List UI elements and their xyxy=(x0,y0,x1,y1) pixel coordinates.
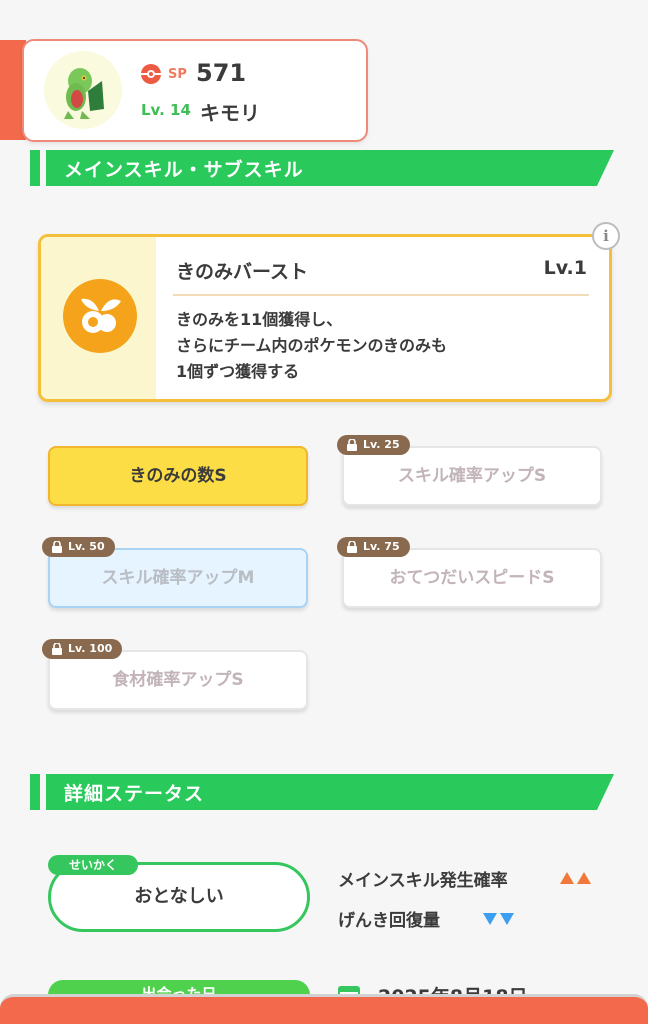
lock-icon xyxy=(52,643,62,655)
description-line: さらにチーム内のポケモンのきのみも xyxy=(176,336,448,355)
sub-skill-button-3[interactable]: スキル確率アップM xyxy=(48,548,308,608)
main-skill-level: Lv.1 xyxy=(543,257,587,279)
lock-icon xyxy=(347,439,357,451)
lock-badge: Lv. 100 xyxy=(42,639,123,659)
up-arrows-icon xyxy=(560,869,594,888)
sub-skill-button-4[interactable]: おてつだいスピードS xyxy=(342,548,602,608)
lock-badge: Lv. 50 xyxy=(42,537,115,557)
lock-level: Lv. 50 xyxy=(68,540,105,553)
lock-badge: Lv. 75 xyxy=(337,537,410,557)
pokemon-image xyxy=(44,51,122,129)
sub-skill-button-5[interactable]: 食材確率アップS xyxy=(48,650,308,710)
pokemon-name: キモリ xyxy=(200,101,260,125)
bottom-bar xyxy=(0,994,648,1024)
pokemon-header-card: SP 571 Lv. 14 キモリ xyxy=(22,39,368,142)
description-line: 1個ずつ獲得する xyxy=(176,362,300,381)
lock-level: Lv. 75 xyxy=(363,540,400,553)
sp-icon xyxy=(141,64,161,84)
sub-skill-button-1[interactable]: きのみの数S xyxy=(48,446,308,506)
skill-divider xyxy=(173,294,589,296)
sp-value: 571 xyxy=(196,59,247,87)
lock-icon xyxy=(347,541,357,553)
lock-badge: Lv. 25 xyxy=(337,435,410,455)
details-section-title: 詳細ステータス xyxy=(64,783,205,805)
pokemon-level: Lv. 14 xyxy=(141,101,191,119)
sp-label: SP xyxy=(168,67,187,82)
main-skill-card[interactable]: きのみバースト Lv.1 きのみを11個獲得し、 さらにチーム内のポケモンのきの… xyxy=(38,234,612,402)
skills-section-header: メインスキル・サブスキル xyxy=(30,150,614,186)
skills-section-title: メインスキル・サブスキル xyxy=(64,159,304,181)
berry-burst-icon xyxy=(63,279,137,353)
lock-icon xyxy=(52,541,62,553)
main-skill-name: きのみバースト xyxy=(176,261,309,283)
down-stat-label: げんき回復量 xyxy=(338,911,440,931)
lock-level: Lv. 100 xyxy=(68,642,113,655)
down-arrows-icon xyxy=(483,910,517,929)
sub-skill-button-2[interactable]: スキル確率アップS xyxy=(342,446,602,506)
details-section-header: 詳細ステータス xyxy=(30,774,614,810)
description-line: きのみを11個獲得し、 xyxy=(176,310,343,329)
info-icon[interactable]: i xyxy=(592,222,620,250)
up-stat-label: メインスキル発生確率 xyxy=(338,871,508,891)
nature-tag: せいかく xyxy=(48,855,138,875)
lock-level: Lv. 25 xyxy=(363,438,400,451)
main-skill-description: きのみを11個獲得し、 さらにチーム内のポケモンのきのみも 1個ずつ獲得する xyxy=(176,307,447,385)
